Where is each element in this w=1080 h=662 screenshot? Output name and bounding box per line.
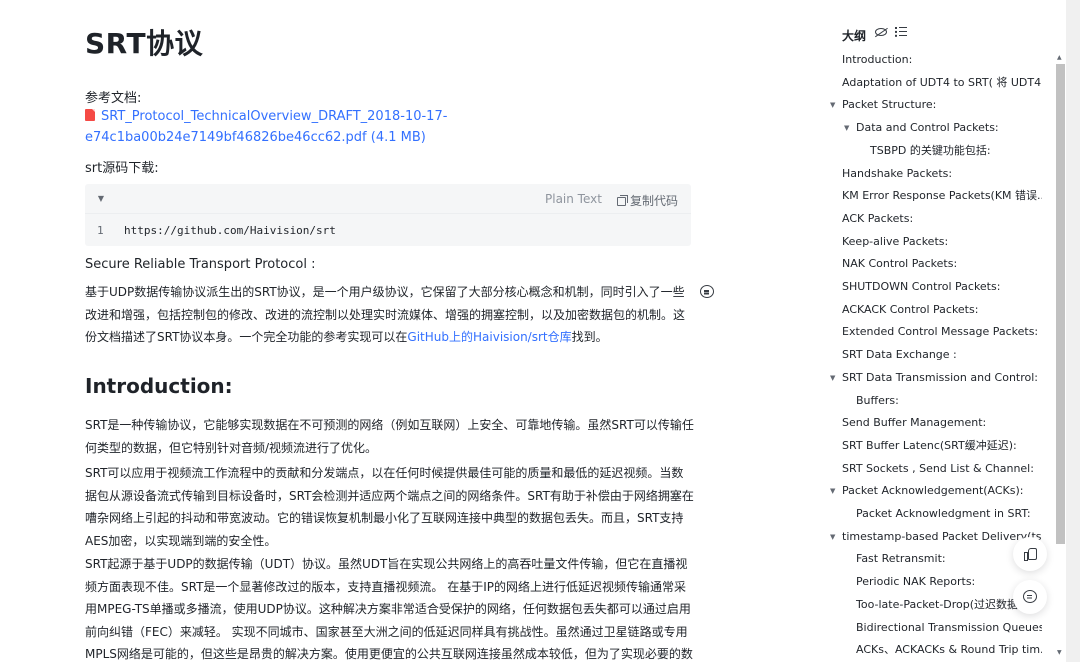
expand-caret-icon[interactable]: ▼ [830, 481, 835, 501]
paragraph-srt-origin: SRT起源于基于UDP的数据传输（UDT）协议。虽然UDT旨在实现公共网络上的高… [85, 557, 693, 661]
outline-item-label: Introduction: [842, 53, 913, 66]
outline-item[interactable]: Periodic NAK Reports: [822, 572, 1042, 592]
reference-doc-label: 参考文档: [85, 91, 142, 106]
outline-item-label: Packet Structure: [842, 98, 937, 112]
thumbs-up-icon [1024, 547, 1037, 561]
like-button[interactable] [1013, 537, 1047, 571]
outline-item[interactable]: Bidirectional Transmission Queues... [822, 618, 1042, 638]
comment-button[interactable] [1013, 580, 1047, 614]
outline-item-label: ACK Packets: [842, 211, 914, 225]
outline-item[interactable]: Too-late-Packet-Drop(过迟数据包 [822, 595, 1042, 615]
outline-item-label: Data and Control Packets: [856, 121, 999, 135]
outline-item[interactable]: ▼ Packet Acknowledgement(ACKs): [822, 481, 1042, 501]
outline-item[interactable]: SRT Sockets , Send List & Channel: [822, 459, 1042, 479]
outline-item-label: Extended Control Message Packets: [842, 325, 1039, 339]
outline-item[interactable]: Send Buffer Management: [822, 413, 1042, 433]
outline-item[interactable]: NAK Control Packets: [822, 254, 1042, 274]
outline-item-label: TSBPD 的关键功能包括: [870, 143, 991, 157]
outline-item[interactable]: Keep-alive Packets: [822, 232, 1042, 252]
hide-outline-icon[interactable] [875, 28, 887, 36]
outline-item-label: ACKACK Control Packets: [842, 302, 979, 316]
outline-item-label: ACKs、ACKACKs & Round Trip tim... [856, 643, 1042, 657]
intro-paragraph: 基于UDP数据传输协议派生出的SRT协议，是一个用户级协议，它保留了大部分核心概… [85, 281, 695, 349]
outline-title: 大纲 [842, 29, 867, 43]
outline-item[interactable]: Introduction: [822, 50, 1042, 70]
outline-item-label: Buffers: [856, 393, 899, 407]
code-language-select[interactable]: Plain Text [545, 192, 602, 206]
outline-item[interactable]: ACKs、ACKACKs & Round Trip tim... [822, 640, 1042, 660]
outline-item-label: NAK Control Packets: [842, 257, 958, 271]
outline-item[interactable]: ▼ timestamp-based Packet Delivery(tsb [822, 527, 1042, 547]
pdf-file-icon [85, 109, 95, 121]
outline-item[interactable]: Handshake Packets: [822, 164, 1042, 184]
copy-code-label: 复制代码 [630, 194, 679, 208]
outline-item-label: Packet Acknowledgment in SRT: [856, 507, 1031, 520]
outline-item-label: Packet Acknowledgement(ACKs): [842, 484, 1024, 498]
outline-item[interactable]: SRT Buffer Latenc(SRT缓冲延迟): [822, 436, 1042, 456]
expand-caret-icon[interactable]: ▼ [830, 95, 835, 115]
outline-item[interactable]: Fast Retransmit: [822, 549, 1042, 569]
outline-item[interactable]: Extended Control Message Packets: [822, 322, 1042, 342]
outline-item-label: KM Error Response Packets(KM 错误... [842, 189, 1042, 203]
expand-caret-icon[interactable]: ▼ [830, 527, 835, 547]
outline-item-label: timestamp-based Packet Delivery(tsb [842, 529, 1042, 543]
code-line: 1 https://github.com/Haivision/srt [85, 222, 691, 240]
code-content[interactable]: https://github.com/Haivision/srt [124, 224, 336, 237]
outline-item-label: Send Buffer Management: [842, 416, 987, 430]
collapse-chevron-icon[interactable]: ▼ [95, 193, 107, 205]
expand-caret-icon[interactable]: ▼ [844, 118, 849, 138]
outline-item[interactable]: ACKACK Control Packets: [822, 300, 1042, 320]
outline-scrollbar[interactable]: ▲ ▼ [1054, 52, 1066, 662]
outline-item-label: SRT Data Transmission and Control: [842, 370, 1039, 384]
source-download-label: srt源码下载: [85, 161, 159, 176]
outline-item-label: Adaptation of UDT4 to SRT( 将 UDT4 ... [842, 75, 1042, 89]
outline-item-label: Bidirectional Transmission Queues... [856, 620, 1042, 634]
github-repo-link[interactable]: GitHub上的Haivision/srt仓库 [407, 330, 571, 344]
code-block: ▼ Plain Text 复制代码 1 https://github.com/H… [85, 184, 691, 246]
outline-list-icon[interactable] [895, 27, 907, 37]
scroll-up-arrow-icon[interactable]: ▲ [1057, 54, 1062, 61]
outline-item[interactable]: Packet Acknowledgment in SRT: [822, 504, 1042, 524]
scroll-down-arrow-icon[interactable]: ▼ [1057, 649, 1062, 656]
code-block-header: ▼ Plain Text 复制代码 [85, 184, 691, 214]
outline-item-label: Handshake Packets: [842, 166, 953, 180]
comment-bubble-icon [1023, 590, 1037, 603]
paragraph-srt-application: SRT可以应用于视频流工作流程中的贡献和分发端点，以在任何时候提供最佳可能的质量… [85, 466, 694, 548]
add-comment-icon[interactable] [700, 285, 714, 298]
copy-icon [617, 195, 628, 206]
srt-protocol-heading: Secure Reliable Transport Protocol : [85, 257, 316, 272]
scrollbar-thumb[interactable] [1056, 64, 1065, 544]
code-line-number: 1 [97, 224, 104, 237]
outline-item[interactable]: SRT Data Exchange : [822, 345, 1042, 365]
introduction-heading: Introduction: [85, 374, 233, 398]
outline-item[interactable]: ACK Packets: [822, 209, 1042, 229]
outline-item-label: SHUTDOWN Control Packets: [842, 280, 1001, 293]
outline-item[interactable]: TSBPD 的关键功能包括: [822, 141, 1042, 161]
outline-item-label: SRT Data Exchange : [842, 348, 957, 362]
page-title: SRT协议 [85, 27, 204, 60]
expand-caret-icon[interactable]: ▼ [830, 368, 835, 388]
outline-item-label: Fast Retransmit: [856, 552, 946, 566]
outline-item-label: Periodic NAK Reports: [856, 575, 976, 589]
outline-item[interactable]: Adaptation of UDT4 to SRT( 将 UDT4 ... [822, 73, 1042, 93]
outline-item[interactable]: ▼ Packet Structure: [822, 95, 1042, 115]
outline-item-label: Too-late-Packet-Drop(过迟数据包 [856, 597, 1030, 611]
outline-item-label: SRT Sockets , Send List & Channel: [842, 461, 1034, 475]
paragraph-srt-overview: SRT是一种传输协议，它能够实现数据在不可预测的网络（例如互联网）上安全、可靠地… [85, 418, 694, 455]
paragraph-text-end: 找到。 [571, 330, 608, 344]
copy-code-button[interactable]: 复制代码 [617, 192, 678, 209]
outline-item[interactable]: ▼ Data and Control Packets: [822, 118, 1042, 138]
outline-item-label: SRT Buffer Latenc(SRT缓冲延迟): [842, 438, 1017, 452]
pdf-file-size: (4.1 MB) [370, 130, 426, 145]
outline-item-label: Keep-alive Packets: [842, 234, 949, 248]
outline-item[interactable]: Buffers: [822, 391, 1042, 411]
window-edge [1066, 0, 1080, 662]
outline-item[interactable]: KM Error Response Packets(KM 错误... [822, 186, 1042, 206]
pdf-attachment-link[interactable]: SRT_Protocol_TechnicalOverview_DRAFT_201… [85, 106, 695, 148]
outline-item[interactable]: ▼ SRT Data Transmission and Control: [822, 368, 1042, 388]
outline-header: 大纲 [842, 25, 907, 43]
outline-item[interactable]: SHUTDOWN Control Packets: [822, 277, 1042, 297]
